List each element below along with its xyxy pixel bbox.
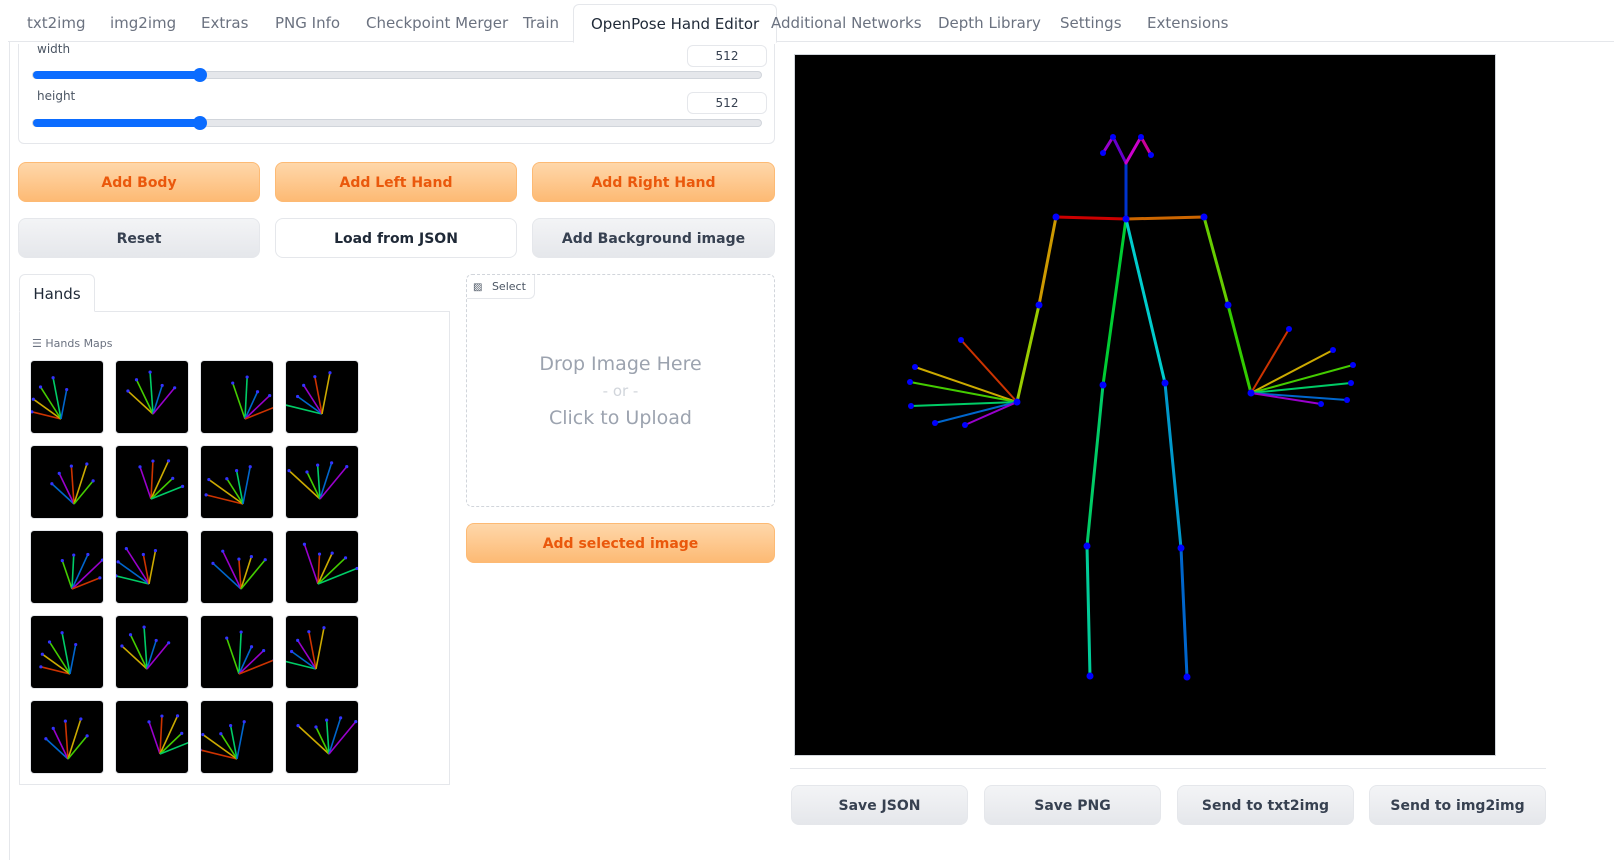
- tab-settings[interactable]: Settings: [1043, 4, 1139, 42]
- hands-maps-label-text: Hands Maps: [45, 337, 113, 350]
- tab-extras[interactable]: Extras: [184, 4, 265, 42]
- hands-panel: ☰ Hands Maps: [19, 311, 450, 785]
- or-text: - or -: [602, 382, 639, 400]
- send-to-txt2img-button[interactable]: Send to txt2img: [1177, 785, 1354, 825]
- hand-map-thumbnail[interactable]: [115, 615, 189, 689]
- height-slider[interactable]: [32, 116, 762, 130]
- tab-depth-library[interactable]: Depth Library: [921, 4, 1058, 42]
- tab-checkpoint-merger[interactable]: Checkpoint Merger: [349, 4, 525, 42]
- tab-bar: txt2img img2img Extras PNG Info Checkpoi…: [8, 4, 1614, 43]
- size-sliders: [18, 44, 775, 144]
- hand-map-thumbnail[interactable]: [285, 360, 359, 434]
- send-to-img2img-button[interactable]: Send to img2img: [1369, 785, 1546, 825]
- hand-map-thumbnail[interactable]: [30, 445, 104, 519]
- hands-maps-label: ☰ Hands Maps: [32, 337, 113, 350]
- hand-map-thumbnail[interactable]: [200, 360, 274, 434]
- pose-skeleton: [907, 134, 1356, 681]
- hand-map-thumbnail[interactable]: [30, 615, 104, 689]
- tab-train[interactable]: Train: [506, 4, 576, 42]
- add-body-button[interactable]: Add Body: [18, 162, 260, 202]
- hand-map-thumbnail[interactable]: [115, 360, 189, 434]
- reset-button[interactable]: Reset: [18, 218, 260, 258]
- tab-openpose-hand-editor[interactable]: OpenPose Hand Editor: [573, 4, 778, 43]
- add-background-image-button[interactable]: Add Background image: [532, 218, 775, 258]
- hand-map-thumbnail[interactable]: [200, 530, 274, 604]
- tab-png-info[interactable]: PNG Info: [258, 4, 357, 42]
- tab-img2img[interactable]: img2img: [93, 4, 193, 42]
- hand-map-thumbnail[interactable]: [285, 445, 359, 519]
- hand-map-thumbnail[interactable]: [285, 615, 359, 689]
- divider: [790, 768, 1546, 769]
- tab-extensions[interactable]: Extensions: [1130, 4, 1245, 42]
- height-number-input[interactable]: 512: [687, 92, 767, 114]
- add-right-hand-button[interactable]: Add Right Hand: [532, 162, 775, 202]
- hand-map-thumbnail[interactable]: [115, 700, 189, 774]
- tab-additional-networks[interactable]: Additional Networks: [754, 4, 939, 42]
- tab-txt2img[interactable]: txt2img: [10, 4, 102, 42]
- width-slider[interactable]: [32, 68, 762, 82]
- width-slider-fill: [33, 71, 201, 79]
- list-icon: ☰: [32, 337, 42, 350]
- image-icon: ▨: [473, 282, 483, 293]
- click-to-upload-text: Click to Upload: [548, 407, 692, 429]
- hand-map-thumbnail[interactable]: [200, 445, 274, 519]
- image-upload-dropzone[interactable]: ▨ Select Drop Image Here - or - Click to…: [466, 274, 775, 507]
- hand-map-thumbnail[interactable]: [30, 700, 104, 774]
- pose-canvas[interactable]: [794, 54, 1496, 756]
- drop-image-text: Drop Image Here: [539, 353, 702, 375]
- width-number-input[interactable]: 512: [687, 45, 767, 67]
- hand-map-thumbnail[interactable]: [200, 615, 274, 689]
- load-from-json-button[interactable]: Load from JSON: [275, 218, 517, 258]
- add-selected-image-button[interactable]: Add selected image: [466, 523, 775, 563]
- tab-hands[interactable]: Hands: [19, 274, 95, 312]
- hand-map-thumbnail[interactable]: [115, 530, 189, 604]
- hand-map-thumbnail[interactable]: [115, 445, 189, 519]
- height-slider-fill: [33, 119, 201, 127]
- hand-map-thumbnail[interactable]: [285, 530, 359, 604]
- width-label: width: [34, 42, 74, 56]
- hand-map-thumbnail[interactable]: [30, 530, 104, 604]
- save-png-button[interactable]: Save PNG: [984, 785, 1161, 825]
- select-label: Select: [491, 280, 526, 293]
- hand-map-thumbnail[interactable]: [200, 700, 274, 774]
- add-left-hand-button[interactable]: Add Left Hand: [275, 162, 517, 202]
- select-badge: ▨ Select: [467, 275, 535, 299]
- hand-map-thumbnail[interactable]: [30, 360, 104, 434]
- hand-map-thumbnail[interactable]: [285, 700, 359, 774]
- height-label: height: [34, 89, 79, 103]
- save-json-button[interactable]: Save JSON: [791, 785, 968, 825]
